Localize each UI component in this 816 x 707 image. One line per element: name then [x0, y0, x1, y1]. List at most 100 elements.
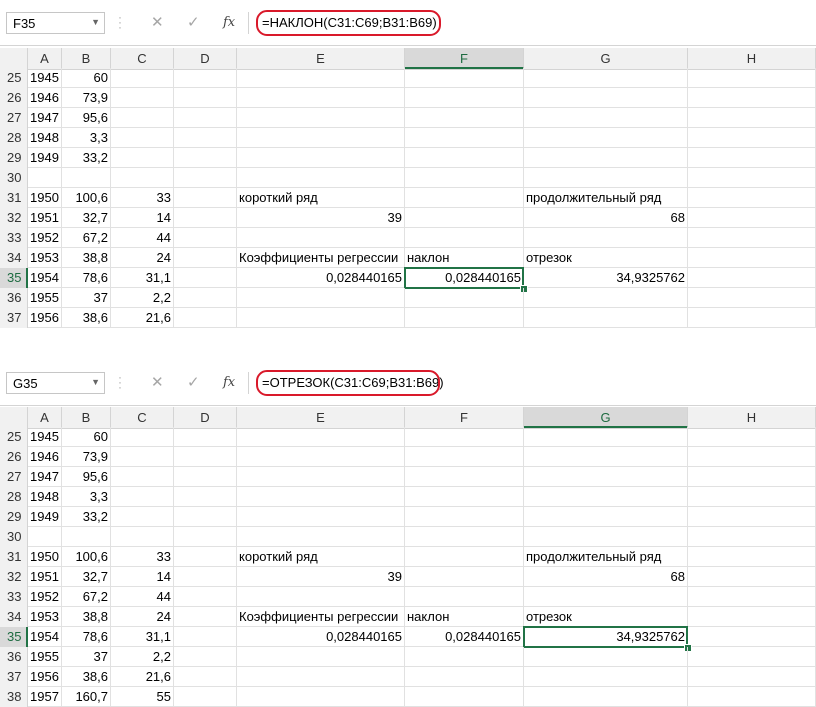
cell-b33[interactable]: 67,2: [62, 228, 111, 248]
cell-c29[interactable]: [111, 148, 174, 168]
cell-d34[interactable]: [174, 248, 237, 268]
column-header-h[interactable]: H: [688, 48, 816, 69]
cell-b38[interactable]: 160,7: [62, 687, 111, 707]
cell-a25[interactable]: 1945: [28, 68, 62, 88]
cell-e38[interactable]: [237, 687, 405, 707]
cell-g32[interactable]: 68: [524, 567, 688, 587]
cell-d37[interactable]: [174, 667, 237, 687]
cell-a32[interactable]: 1951: [28, 208, 62, 228]
column-header-h[interactable]: H: [688, 407, 816, 428]
column-header-d[interactable]: D: [174, 407, 237, 428]
cell-a35[interactable]: 1954: [28, 627, 62, 647]
select-all-corner[interactable]: [0, 407, 28, 428]
cell-e35[interactable]: 0,028440165: [237, 627, 405, 647]
cell-h35[interactable]: [688, 627, 816, 647]
cell-b25[interactable]: 60: [62, 68, 111, 88]
cell-b30[interactable]: [62, 527, 111, 547]
cell-e32[interactable]: 39: [237, 208, 405, 228]
cell-e34[interactable]: Коэффициенты регрессии: [237, 607, 405, 627]
cell-b26[interactable]: 73,9: [62, 447, 111, 467]
cell-e25[interactable]: [237, 427, 405, 447]
row-header[interactable]: 30: [0, 168, 28, 188]
cell-h29[interactable]: [688, 148, 816, 168]
cell-c30[interactable]: [111, 527, 174, 547]
row-header[interactable]: 33: [0, 587, 28, 607]
cell-c31[interactable]: 33: [111, 547, 174, 567]
cell-c32[interactable]: 14: [111, 567, 174, 587]
cell-a36[interactable]: 1955: [28, 647, 62, 667]
cell-a29[interactable]: 1949: [28, 507, 62, 527]
cell-c25[interactable]: [111, 68, 174, 88]
cell-h28[interactable]: [688, 128, 816, 148]
cell-g36[interactable]: [524, 288, 688, 308]
cell-f37[interactable]: [405, 667, 524, 687]
cell-h36[interactable]: [688, 647, 816, 667]
cell-h37[interactable]: [688, 308, 816, 328]
cell-d37[interactable]: [174, 308, 237, 328]
row-header[interactable]: 38: [0, 687, 28, 707]
cell-e33[interactable]: [237, 587, 405, 607]
cell-c37[interactable]: 21,6: [111, 667, 174, 687]
cell-b36[interactable]: 37: [62, 647, 111, 667]
cell-g35[interactable]: 34,9325762: [524, 268, 688, 288]
cell-a31[interactable]: 1950: [28, 547, 62, 567]
cell-h28[interactable]: [688, 487, 816, 507]
row-header[interactable]: 27: [0, 108, 28, 128]
cell-b27[interactable]: 95,6: [62, 467, 111, 487]
cell-g25[interactable]: [524, 427, 688, 447]
cell-c34[interactable]: 24: [111, 248, 174, 268]
cell-a35[interactable]: 1954: [28, 268, 62, 288]
cell-d25[interactable]: [174, 68, 237, 88]
cell-c36[interactable]: 2,2: [111, 647, 174, 667]
cell-c32[interactable]: 14: [111, 208, 174, 228]
cell-g26[interactable]: [524, 447, 688, 467]
cell-c30[interactable]: [111, 168, 174, 188]
cell-f32[interactable]: [405, 208, 524, 228]
cell-h37[interactable]: [688, 667, 816, 687]
cell-b33[interactable]: 67,2: [62, 587, 111, 607]
cell-c31[interactable]: 33: [111, 188, 174, 208]
cell-c37[interactable]: 21,6: [111, 308, 174, 328]
cell-c35[interactable]: 31,1: [111, 627, 174, 647]
cell-a34[interactable]: 1953: [28, 248, 62, 268]
cell-e31[interactable]: короткий ряд: [237, 547, 405, 567]
cell-h29[interactable]: [688, 507, 816, 527]
cell-f38[interactable]: [405, 687, 524, 707]
cell-a26[interactable]: 1946: [28, 447, 62, 467]
cell-a31[interactable]: 1950: [28, 188, 62, 208]
row-header[interactable]: 34: [0, 248, 28, 268]
cell-c26[interactable]: [111, 88, 174, 108]
cell-e27[interactable]: [237, 467, 405, 487]
column-header-f[interactable]: F: [405, 48, 524, 69]
cell-e25[interactable]: [237, 68, 405, 88]
cell-h33[interactable]: [688, 587, 816, 607]
insert-function-icon[interactable]: fx: [223, 15, 235, 30]
cell-e36[interactable]: [237, 288, 405, 308]
cell-h30[interactable]: [688, 527, 816, 547]
cell-d30[interactable]: [174, 527, 237, 547]
cell-c33[interactable]: 44: [111, 228, 174, 248]
cell-d29[interactable]: [174, 148, 237, 168]
column-header-b[interactable]: B: [62, 48, 111, 69]
row-header[interactable]: 31: [0, 188, 28, 208]
cell-f30[interactable]: [405, 527, 524, 547]
cell-g37[interactable]: [524, 667, 688, 687]
row-header[interactable]: 26: [0, 88, 28, 108]
cell-b32[interactable]: 32,7: [62, 567, 111, 587]
cell-b26[interactable]: 73,9: [62, 88, 111, 108]
cell-f27[interactable]: [405, 108, 524, 128]
row-header[interactable]: 37: [0, 667, 28, 687]
cell-a33[interactable]: 1952: [28, 587, 62, 607]
cell-d28[interactable]: [174, 487, 237, 507]
cell-g33[interactable]: [524, 587, 688, 607]
cell-h34[interactable]: [688, 607, 816, 627]
cell-d36[interactable]: [174, 647, 237, 667]
column-header-a[interactable]: A: [28, 48, 62, 69]
cell-h35[interactable]: [688, 268, 816, 288]
cell-b35[interactable]: 78,6: [62, 268, 111, 288]
cell-h32[interactable]: [688, 567, 816, 587]
row-header[interactable]: 33: [0, 228, 28, 248]
row-header[interactable]: 36: [0, 647, 28, 667]
cell-a36[interactable]: 1955: [28, 288, 62, 308]
cell-c35[interactable]: 31,1: [111, 268, 174, 288]
